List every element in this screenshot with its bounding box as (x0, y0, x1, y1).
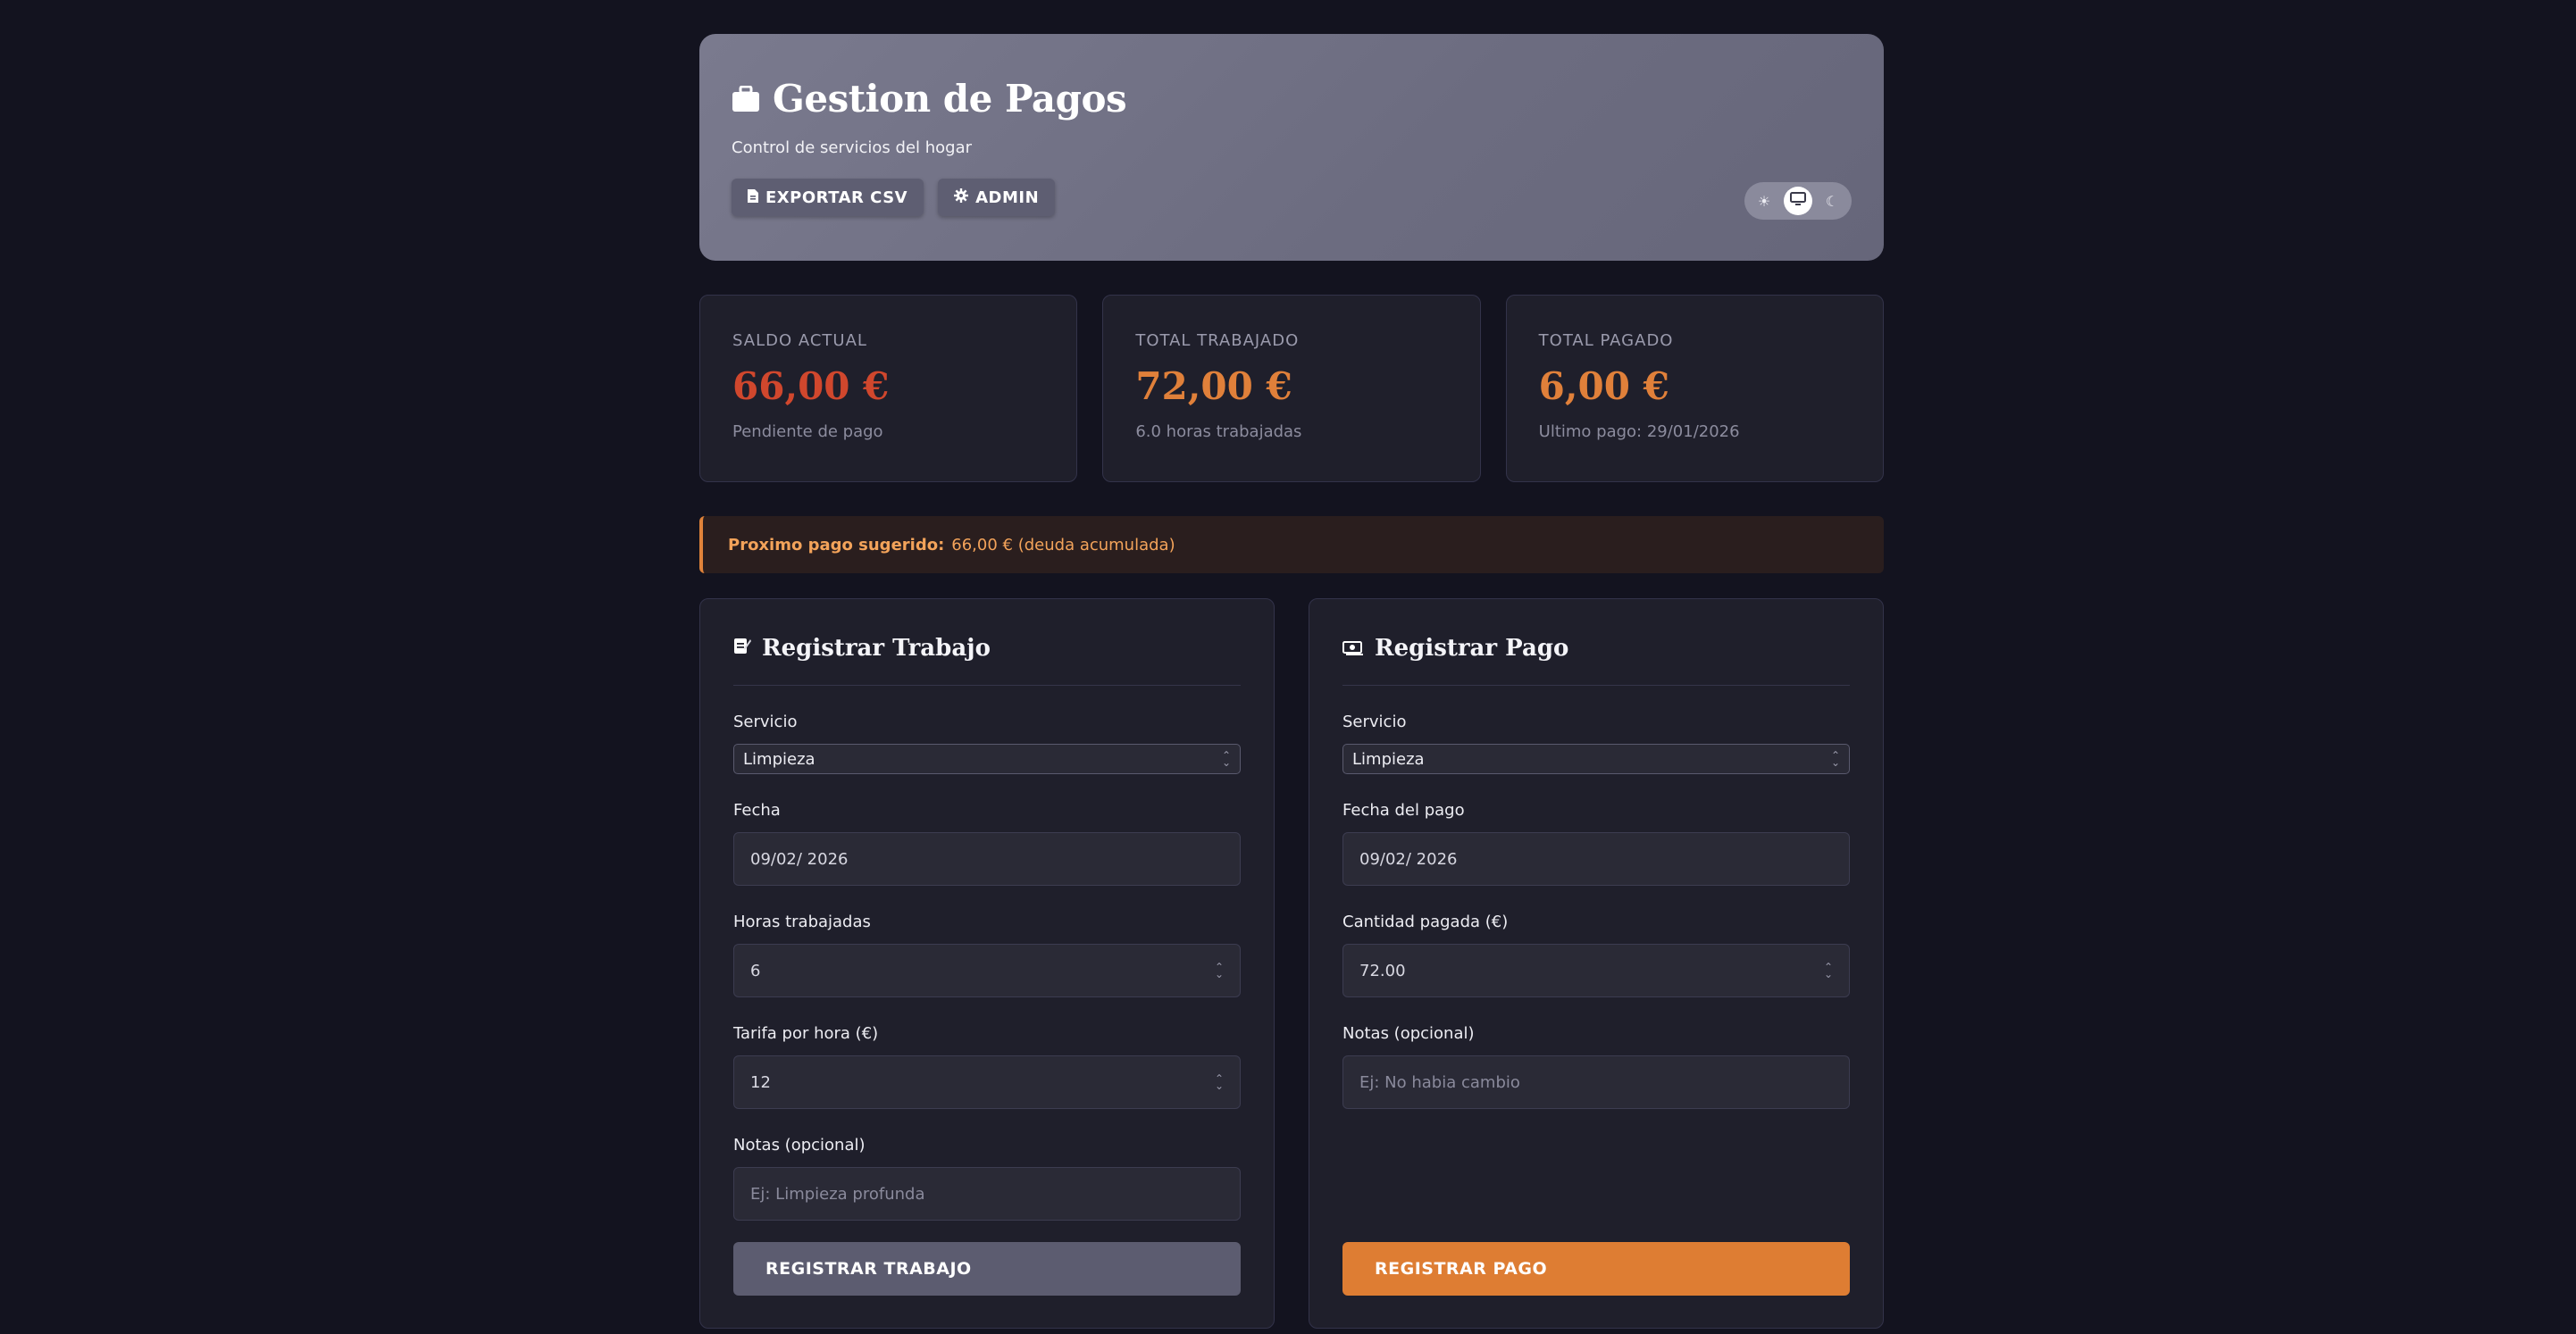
theme-system-button[interactable] (1784, 187, 1812, 215)
payment-date-input[interactable]: 09/02/ 2026 (1342, 832, 1850, 886)
stat-sub: 6.0 horas trabajadas (1135, 422, 1302, 441)
stat-value: 66,00 € (732, 364, 890, 408)
admin-button[interactable]: ADMIN (938, 179, 1056, 216)
alert-title: Proximo pago sugerido: (728, 535, 945, 554)
work-service-select[interactable]: Limpieza ⌃ ⌄ (733, 744, 1241, 774)
payment-form-title: Registrar Pago (1375, 635, 1569, 662)
service-label: Servicio (1342, 713, 1407, 731)
theme-light-button[interactable]: ☀ (1750, 187, 1778, 215)
alert-text: 66,00 € (deuda acumulada) (951, 535, 1175, 554)
rate-input[interactable]: 12 ⌃ ⌄ (733, 1055, 1241, 1109)
export-csv-button[interactable]: EXPORTAR CSV (732, 179, 924, 216)
stat-card-pagado: TOTAL PAGADO 6,00 € Ultimo pago: 29/01/2… (1505, 295, 1884, 482)
page-subtitle: Control de servicios del hogar (732, 138, 973, 157)
service-label: Servicio (733, 713, 798, 731)
header-card: Gestion de Pagos Control de servicios de… (699, 34, 1884, 261)
stepper-icon[interactable]: ⌃ ⌄ (1824, 962, 1833, 980)
input-value: 09/02/ 2026 (750, 849, 849, 869)
monitor-icon (1790, 192, 1806, 210)
work-date-input[interactable]: 09/02/ 2026 (733, 832, 1241, 886)
register-work-button[interactable]: REGISTRAR TRABAJO (733, 1242, 1241, 1296)
amount-input[interactable]: 72.00 ⌃ ⌄ (1342, 944, 1850, 997)
export-csv-label: EXPORTAR CSV (765, 188, 908, 207)
payment-notes-input[interactable]: Ej: No habia cambio (1342, 1055, 1850, 1109)
gear-icon (954, 188, 969, 207)
app-container: Gestion de Pagos Control de servicios de… (699, 34, 1884, 1329)
briefcase-icon (732, 85, 760, 113)
theme-dark-button[interactable]: ☾ (1818, 187, 1846, 215)
money-icon (1342, 635, 1364, 662)
theme-toggle[interactable]: ☀ ☾ (1744, 182, 1852, 220)
input-value: 09/02/ 2026 (1359, 849, 1458, 869)
stat-value: 72,00 € (1135, 364, 1292, 408)
notes-label: Notas (opcional) (1342, 1024, 1475, 1043)
page-title: Gestion de Pagos (773, 77, 1127, 121)
payment-service-select[interactable]: Limpieza ⌃ ⌄ (1342, 744, 1850, 774)
updown-icon: ⌃ ⌄ (1830, 749, 1840, 769)
stat-card-saldo: SALDO ACTUAL 66,00 € Pendiente de pago (699, 295, 1078, 482)
select-value: Limpieza (743, 749, 815, 769)
memo-icon (733, 635, 751, 662)
date-label: Fecha (733, 801, 781, 820)
hours-input[interactable]: 6 ⌃ ⌄ (733, 944, 1241, 997)
stat-sub: Ultimo pago: 29/01/2026 (1538, 422, 1740, 441)
payment-form: Registrar Pago Servicio Limpieza ⌃ ⌄ Fech… (1309, 598, 1884, 1329)
work-notes-input[interactable]: Ej: Limpieza profunda (733, 1167, 1241, 1221)
register-payment-button[interactable]: REGISTRAR PAGO (1342, 1242, 1850, 1296)
payment-date-label: Fecha del pago (1342, 801, 1465, 820)
stat-label: TOTAL TRABAJADO (1135, 331, 1300, 350)
stepper-icon[interactable]: ⌃ ⌄ (1215, 962, 1224, 980)
notes-label: Notas (opcional) (733, 1136, 866, 1155)
moon-icon: ☾ (1825, 192, 1839, 210)
input-placeholder: Ej: No habia cambio (1359, 1072, 1520, 1092)
updown-icon: ⌃ ⌄ (1221, 749, 1231, 769)
suggested-payment-alert: Proximo pago sugerido: 66,00 € (deuda ac… (699, 516, 1884, 573)
amount-label: Cantidad pagada (€) (1342, 913, 1509, 931)
select-value: Limpieza (1352, 749, 1425, 769)
input-value: 72.00 (1359, 961, 1406, 980)
rate-label: Tarifa por hora (€) (733, 1024, 879, 1043)
stat-label: SALDO ACTUAL (732, 331, 867, 350)
input-value: 12 (750, 1072, 771, 1092)
stat-card-trabajado: TOTAL TRABAJADO 72,00 € 6.0 horas trabaj… (1102, 295, 1481, 482)
sun-icon: ☀ (1757, 192, 1771, 210)
file-icon (748, 188, 758, 207)
input-placeholder: Ej: Limpieza profunda (750, 1184, 925, 1204)
admin-label: ADMIN (975, 188, 1040, 207)
hours-label: Horas trabajadas (733, 913, 871, 931)
stat-value: 6,00 € (1538, 364, 1669, 408)
work-form-title: Registrar Trabajo (762, 635, 991, 662)
input-value: 6 (750, 961, 761, 980)
work-form: Registrar Trabajo Servicio Limpieza ⌃ ⌄ F… (699, 598, 1275, 1329)
stat-label: TOTAL PAGADO (1538, 331, 1674, 350)
stat-sub: Pendiente de pago (732, 422, 883, 441)
stepper-icon[interactable]: ⌃ ⌄ (1215, 1073, 1224, 1091)
